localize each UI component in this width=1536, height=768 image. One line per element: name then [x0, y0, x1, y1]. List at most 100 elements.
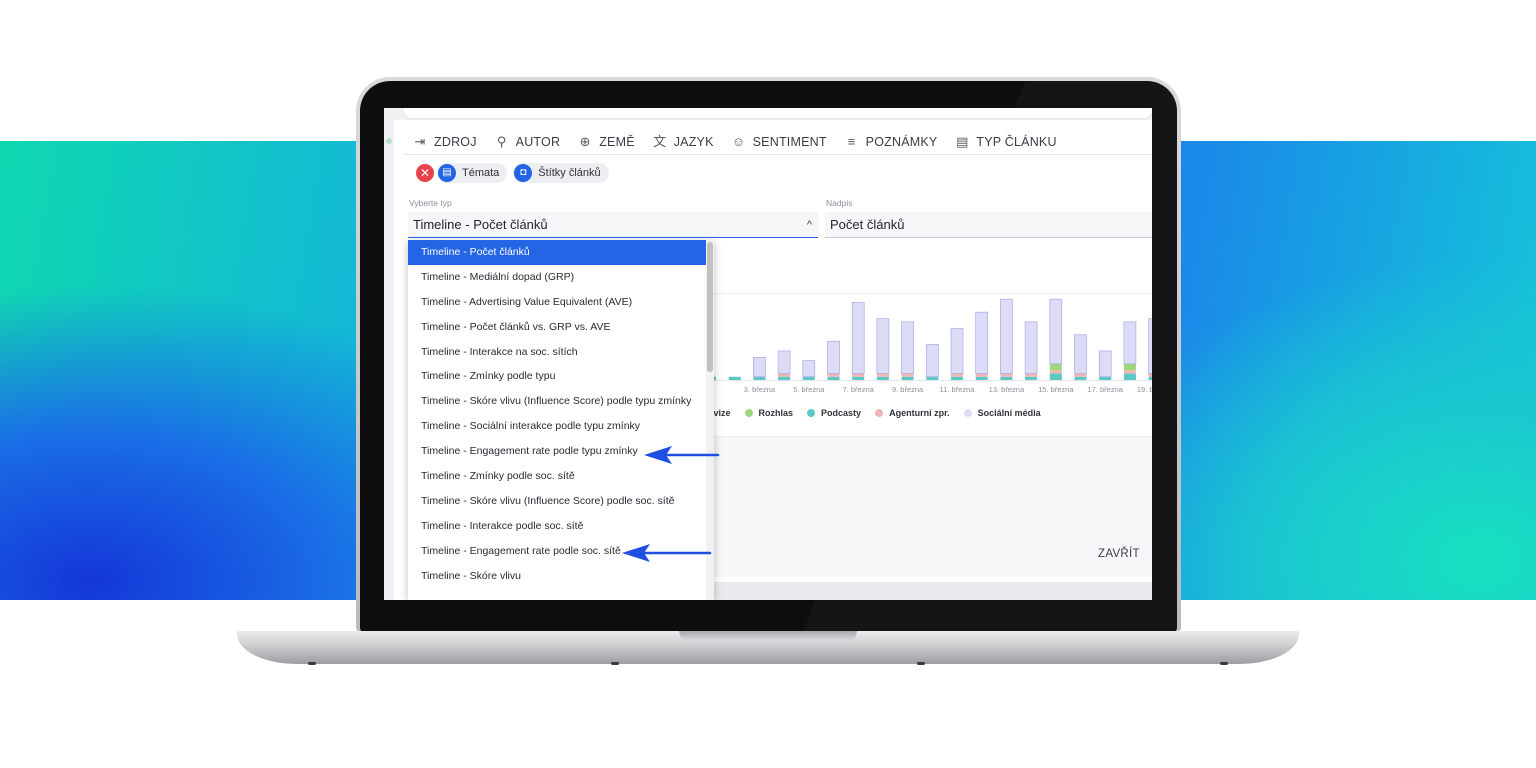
chart-bar: [925, 344, 939, 378]
x-tick-label: 5. března: [793, 385, 825, 394]
chart-bar: [1098, 350, 1112, 378]
chip-tags-label: Štítky článků: [538, 167, 601, 179]
toolbar-globe-button[interactable]: ⊕ ZEMĚ: [577, 134, 635, 150]
chart-bar: [975, 376, 988, 380]
toolbar-item-label: JAZYK: [673, 135, 714, 149]
x-tick-label: 3. března: [744, 385, 776, 394]
bottom-bar: [714, 582, 1152, 600]
legend-entry[interactable]: Podcasty: [807, 408, 861, 418]
toolbar-divider: [404, 154, 1152, 155]
arrow-pointer-icon: [622, 544, 712, 562]
chip-tags[interactable]: ◘ Štítky článků: [513, 163, 609, 183]
chart-bar: [802, 360, 816, 378]
close-button[interactable]: ZAVŘÍT: [1098, 548, 1140, 560]
chart-bar: [1025, 373, 1038, 377]
type-select-value: Timeline - Počet článků: [413, 217, 548, 232]
legend-label: Rozhlas: [758, 408, 794, 418]
dropdown-option[interactable]: Timeline - Mediální dopad (GRP): [408, 265, 714, 290]
dropdown-option[interactable]: Timeline - Skóre vlivu (Influence Score)…: [408, 389, 714, 414]
dropdown-option[interactable]: Timeline - Počet článků vs. GRP vs. AVE: [408, 315, 714, 340]
chart-bar: [827, 340, 840, 374]
dropdown-option[interactable]: Timeline - Zmínky podle soc. sítě: [408, 464, 714, 489]
chart-bar: [1074, 373, 1087, 377]
legend-entry[interactable]: Agenturní zpr.: [875, 408, 950, 418]
translate-icon: 文: [653, 134, 667, 149]
title-field-label: Nadpis: [826, 198, 853, 208]
chart-bar: [975, 311, 989, 374]
dropdown-option[interactable]: Timeline - Interakce podle soc. sítě: [408, 514, 714, 539]
toolbar-item-label: ZDROJ: [434, 135, 477, 149]
toolbar-person-search-button[interactable]: ⚲ AUTOR: [494, 134, 561, 150]
legend-swatch: [744, 409, 753, 417]
legend-entry[interactable]: Sociální média: [963, 408, 1041, 418]
dropdown-option[interactable]: Timeline - Advertising Value Equivalent …: [408, 290, 714, 315]
dropdown-option[interactable]: Timeline - Sociální interakce podle typu…: [408, 414, 714, 439]
chart-bar: [876, 373, 889, 377]
x-tick-label: 15. března: [1038, 385, 1074, 394]
toolbar-notes-button[interactable]: ≡ POZNÁMKY: [844, 134, 938, 150]
timeline-chart: 3. března 5. března 7. března 9. března 11. …: [708, 298, 1152, 394]
chart-bar: [1049, 373, 1062, 380]
chart-bar: [1123, 321, 1137, 365]
toolbar-smiley-button[interactable]: ☺ SENTIMENT: [731, 134, 827, 150]
notes-icon: ≡: [847, 134, 856, 149]
chart-bar: [778, 376, 791, 380]
chart-bar: [1024, 321, 1038, 374]
login-arrow-icon: ⇥: [414, 134, 426, 149]
chart-bar: [777, 350, 791, 374]
chip-topics-label: Témata: [462, 167, 500, 179]
dropdown-option[interactable]: Timeline - Počet článků: [408, 240, 714, 265]
x-tick-label: 11. března: [940, 385, 976, 394]
chart-bar: [852, 376, 865, 380]
dropdown-option[interactable]: Timeline - Skóre vlivu (Influence Score)…: [408, 489, 714, 514]
x-tick-label: 13. března: [989, 385, 1025, 394]
dropdown-option[interactable]: Timeline - Zmínky podle typu: [408, 364, 714, 389]
chart-bar: [1074, 334, 1087, 374]
left-edge-panel: [384, 120, 394, 600]
filter-toolbar: ⇥ ZDROJ ⚲ AUTOR ⊕ ZEMĚ 文 JAZYK ☺ SENTIMENT ≡ POZNÁM…: [412, 128, 1074, 156]
x-tick-label: 7. března: [843, 385, 875, 394]
type-select[interactable]: Timeline - Počet článků ^: [408, 212, 818, 238]
document-icon: ▤: [438, 164, 456, 182]
chart-bar: [876, 376, 889, 380]
chart-bar: [802, 376, 815, 380]
chart-bar: [950, 327, 964, 374]
chart-bar: [876, 318, 890, 374]
toolbar-item-label: POZNÁMKY: [865, 135, 938, 149]
dropdown-option[interactable]: Timeline - Interakce na soc. sítích: [408, 340, 714, 365]
chart-bar: [1148, 373, 1152, 377]
chart-bar: [827, 373, 840, 377]
toolbar-translate-button[interactable]: 文 JAZYK: [652, 134, 714, 150]
chart-legend: levize Rozhlas Podcasty Agenturní zpr. Sociá…: [706, 408, 1055, 418]
toolbar-article-button[interactable]: ▤ TYP ČLÁNKU: [954, 134, 1056, 150]
promo-stage: ⇥ ZDROJ ⚲ AUTOR ⊕ ZEMĚ 文 JAZYK ☺ SENTIMENT ≡ POZNÁM…: [0, 0, 1536, 768]
chart-bar: [1049, 298, 1063, 365]
chart-bar: [778, 373, 791, 377]
laptop-foot: [308, 662, 316, 665]
chart-bar: [851, 302, 865, 374]
dialog-footer-area: [714, 437, 1152, 577]
chip-topics[interactable]: ▤ Témata: [437, 163, 508, 183]
toolbar-item-label: TYP ČLÁNKU: [976, 135, 1057, 149]
chart-bar: [926, 376, 939, 380]
legend-entry[interactable]: Rozhlas: [744, 408, 794, 418]
chart-bar: [901, 373, 914, 377]
label-icon: ◘: [514, 164, 533, 182]
title-input[interactable]: Počet článků: [825, 212, 1152, 238]
dropdown-option[interactable]: Timeline - Skóre vlivu: [408, 564, 714, 589]
legend-swatch: [807, 409, 816, 417]
legend-swatch: [875, 409, 884, 417]
chart-bar: [827, 376, 840, 380]
chart-bar: [951, 376, 963, 380]
chart-bar: [1049, 370, 1062, 374]
type-field-label: Vyberte typ: [409, 198, 452, 208]
chart-bar: [1123, 363, 1136, 371]
chart-bar: [901, 321, 914, 374]
toolbar-login-arrow-button[interactable]: ⇥ ZDROJ: [412, 134, 477, 150]
toolbar-item-label: SENTIMENT: [752, 135, 827, 149]
chart-bar: [1074, 376, 1087, 380]
remove-filters-icon[interactable]: ✕: [416, 164, 434, 182]
chart-bar: [1000, 298, 1013, 374]
chart-bar: [1025, 376, 1038, 380]
x-tick-label: 19. března: [1137, 385, 1152, 394]
